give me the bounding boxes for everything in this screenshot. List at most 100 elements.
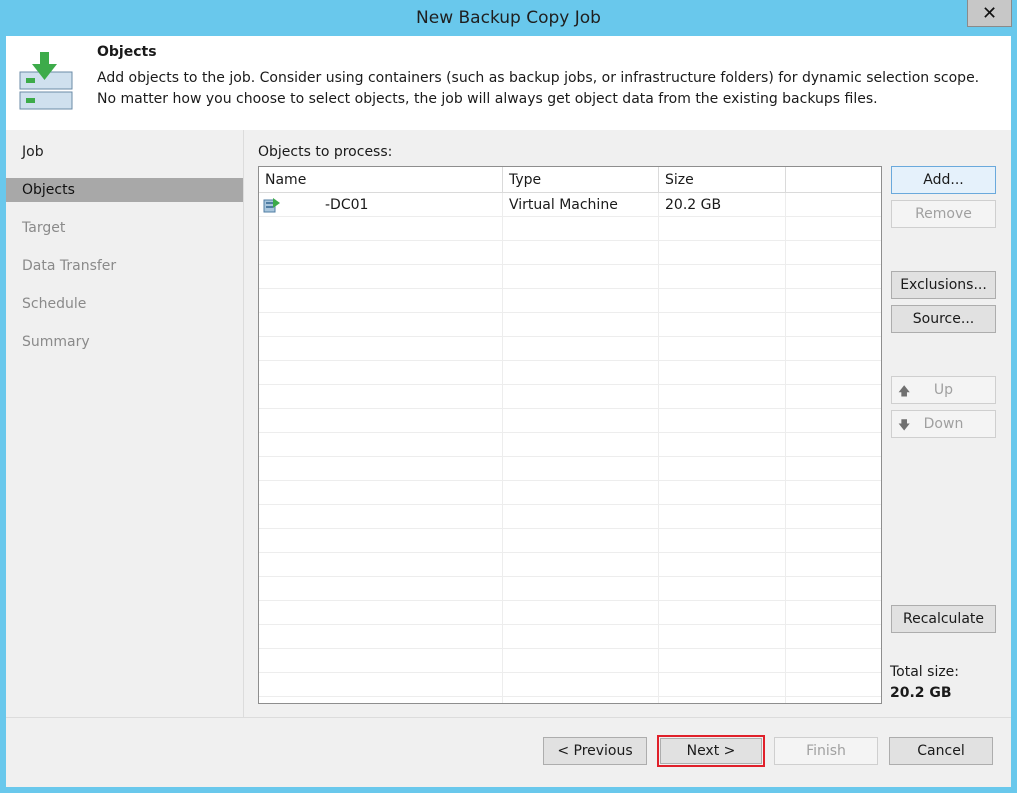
nav-step-job[interactable]: Job: [6, 140, 243, 164]
empty-row: [259, 217, 881, 241]
up-button-label: Up: [933, 382, 954, 398]
nav-divider: [243, 130, 244, 717]
nav-step-objects[interactable]: Objects: [6, 178, 243, 202]
empty-cell: [659, 385, 786, 409]
previous-button[interactable]: < Previous: [543, 737, 647, 765]
empty-cell: [259, 217, 503, 241]
empty-cell: [503, 625, 659, 649]
empty-row: [259, 337, 881, 361]
nav-step-summary: Summary: [22, 334, 90, 350]
add-button[interactable]: Add...: [891, 166, 996, 194]
empty-row: [259, 529, 881, 553]
empty-cell: [503, 433, 659, 457]
empty-cell: [503, 265, 659, 289]
column-header-type[interactable]: Type: [503, 167, 659, 193]
empty-cell: [259, 649, 503, 673]
empty-cell: [786, 649, 881, 673]
empty-cell: [503, 385, 659, 409]
empty-cell: [259, 673, 503, 697]
vm-name: -DC01: [325, 197, 369, 213]
empty-cell: [659, 649, 786, 673]
empty-row: [259, 433, 881, 457]
empty-cell: [786, 601, 881, 625]
empty-cell: [786, 529, 881, 553]
table-row[interactable]: -DC01 Virtual Machine 20.2 GB: [259, 193, 881, 217]
empty-cell: [503, 361, 659, 385]
empty-cell: [659, 409, 786, 433]
empty-row: [259, 409, 881, 433]
empty-row: [259, 697, 881, 703]
next-button[interactable]: Next >: [660, 738, 762, 764]
empty-cell: [259, 577, 503, 601]
empty-cell: [659, 289, 786, 313]
cell-filler: [786, 193, 881, 217]
total-size-label: Total size:: [890, 664, 960, 680]
empty-cell: [659, 313, 786, 337]
empty-row: [259, 601, 881, 625]
empty-row: [259, 361, 881, 385]
empty-row: [259, 385, 881, 409]
cell-name: -DC01: [259, 193, 503, 217]
cancel-button[interactable]: Cancel: [889, 737, 993, 765]
page-description: Add objects to the job. Consider using c…: [97, 70, 980, 107]
down-button-label: Down: [923, 416, 964, 432]
empty-cell: [259, 313, 503, 337]
column-header-size[interactable]: Size: [659, 167, 786, 193]
window-title: New Backup Copy Job: [416, 8, 601, 28]
empty-cell: [259, 265, 503, 289]
empty-cell: [259, 385, 503, 409]
wizard-steps-nav: Job Objects Target Data Transfer Schedul…: [6, 130, 243, 717]
empty-row: [259, 553, 881, 577]
arrow-up-icon: 🡅: [898, 384, 911, 398]
remove-button[interactable]: Remove: [891, 200, 996, 228]
column-header-name[interactable]: Name: [259, 167, 503, 193]
virtual-machine-icon: [263, 198, 280, 213]
source-button[interactable]: Source...: [891, 305, 996, 333]
close-button[interactable]: ✕: [967, 0, 1012, 27]
empty-cell: [786, 409, 881, 433]
up-button[interactable]: 🡅 Up: [891, 376, 996, 404]
empty-cell: [786, 481, 881, 505]
exclusions-button[interactable]: Exclusions...: [891, 271, 996, 299]
empty-cell: [503, 457, 659, 481]
objects-to-process-label: Objects to process:: [258, 144, 393, 160]
empty-cell: [259, 529, 503, 553]
empty-cell: [259, 505, 503, 529]
total-size-value: 20.2 GB: [890, 685, 952, 701]
finish-button[interactable]: Finish: [774, 737, 878, 765]
empty-cell: [259, 241, 503, 265]
objects-table[interactable]: Name Type Size -DC01 Virtual Machine 20.…: [258, 166, 882, 704]
column-header-filler: [786, 167, 881, 193]
empty-cell: [786, 217, 881, 241]
empty-cell: [259, 289, 503, 313]
empty-cell: [503, 313, 659, 337]
empty-cell: [259, 337, 503, 361]
empty-cell: [503, 217, 659, 241]
empty-row: [259, 241, 881, 265]
empty-cell: [786, 433, 881, 457]
empty-cell: [786, 673, 881, 697]
recalculate-button[interactable]: Recalculate: [891, 605, 996, 633]
nav-step-schedule: Schedule: [22, 296, 87, 312]
empty-cell: [259, 553, 503, 577]
empty-cell: [259, 433, 503, 457]
empty-cell: [503, 673, 659, 697]
empty-cell: [659, 577, 786, 601]
footer-divider: [6, 717, 1011, 718]
empty-cell: [659, 241, 786, 265]
empty-cell: [786, 361, 881, 385]
empty-cell: [503, 697, 659, 703]
backup-copy-download-icon: [19, 52, 73, 110]
empty-cell: [259, 601, 503, 625]
empty-cell: [659, 361, 786, 385]
empty-cell: [503, 409, 659, 433]
empty-cell: [659, 457, 786, 481]
empty-cell: [503, 601, 659, 625]
empty-cell: [659, 601, 786, 625]
nav-step-data-transfer: Data Transfer: [22, 258, 117, 274]
empty-row: [259, 505, 881, 529]
arrow-down-icon: 🡇: [898, 418, 911, 432]
empty-cell: [503, 505, 659, 529]
empty-row: [259, 649, 881, 673]
down-button[interactable]: 🡇 Down: [891, 410, 996, 438]
